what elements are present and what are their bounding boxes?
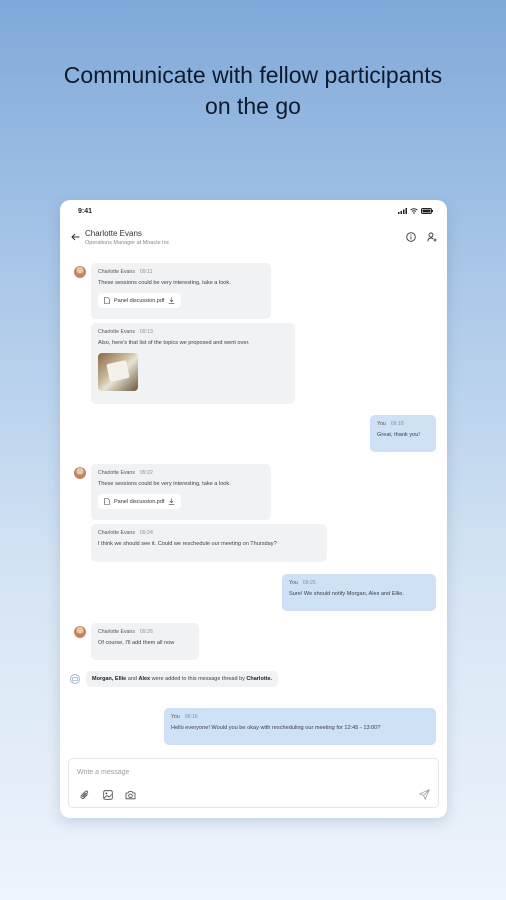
attachment-name: Panel discussion.pdf (114, 498, 165, 505)
message-text: Also, here's that list of the topics we … (98, 340, 250, 346)
message-time: 09:16 (184, 714, 198, 720)
status-icons (398, 208, 433, 214)
headline-line-2: on the go (205, 93, 301, 119)
message-list[interactable]: Charlotte Evans 09:11 These sessions coul… (60, 260, 447, 755)
message-sender: You (289, 580, 298, 586)
system-message: Morgan, Ellie and Alex were added to thi… (70, 671, 279, 687)
image-icon[interactable] (102, 789, 113, 800)
message-bubble[interactable]: You 09:16 Hello everyone! Would you be ok… (164, 708, 436, 745)
composer-tools (79, 789, 136, 800)
message-time: 09:25 (302, 580, 316, 586)
camera-icon[interactable] (125, 789, 136, 800)
message-time: 09:13 (139, 329, 153, 335)
message-sender: Charlotte Evans (98, 530, 135, 536)
message-bubble[interactable]: You 09:25 Sure! We should notify Morgan, … (282, 574, 436, 611)
chat-bubble-icon (70, 674, 80, 684)
message-time: 09:18 (390, 421, 404, 427)
image-attachment[interactable] (98, 353, 138, 392)
file-attachment[interactable]: Panel discussion.pdf (98, 293, 182, 309)
avatar (74, 266, 86, 278)
message-sender: Charlotte Evans (98, 470, 135, 476)
message-bubble[interactable]: Charlotte Evans 09:13 Also, here's that l… (91, 323, 295, 404)
contact-info[interactable]: Charlotte Evans Operations Manager at Mi… (85, 229, 169, 246)
attachment-name: Panel discussion.pdf (114, 297, 165, 304)
avatar (74, 626, 86, 638)
message-text: These sessions could be very interesting… (98, 481, 231, 487)
message-input[interactable] (77, 766, 417, 778)
message-bubble[interactable]: Charlotte Evans 09:11 These sessions coul… (91, 263, 271, 319)
file-attachment[interactable]: Panel discussion.pdf (98, 494, 182, 510)
send-icon[interactable] (419, 789, 430, 800)
message-text: Hello everyone! Would you be okay with r… (171, 725, 381, 731)
status-time: 9:41 (78, 207, 93, 215)
device-screen: 9:41 Charlotte Evans Operations Manager … (60, 200, 447, 818)
paperclip-icon[interactable] (79, 789, 90, 800)
message-text: I think we should see it. Could we resch… (98, 541, 277, 547)
download-icon[interactable] (168, 297, 175, 304)
message-sender: You (377, 421, 386, 427)
download-icon[interactable] (168, 498, 175, 505)
message-text: Great, thank you! (377, 432, 420, 438)
info-icon[interactable] (405, 232, 416, 243)
system-message-text: Morgan, Ellie and Alex were added to thi… (86, 671, 279, 687)
status-bar: 9:41 (60, 200, 447, 222)
message-sender: Charlotte Evans (98, 329, 135, 335)
message-text: Of course, I'll add them all now (98, 640, 175, 646)
add-person-icon[interactable] (426, 232, 437, 243)
message-composer (68, 758, 439, 808)
battery-icon (421, 208, 433, 214)
message-time: 09:26 (139, 629, 153, 635)
wifi-icon (410, 208, 418, 214)
headline-line-1: Communicate with fellow participants (63, 62, 443, 88)
message-sender: Charlotte Evans (98, 629, 135, 635)
avatar (74, 467, 86, 479)
contact-role: Operations Manager at Miracle Inc (85, 239, 170, 246)
message-time: 09:24 (139, 530, 153, 536)
contact-name: Charlotte Evans (85, 228, 142, 238)
back-arrow-icon[interactable] (68, 230, 82, 244)
message-text: These sessions could be very interesting… (98, 280, 231, 286)
message-time: 09:22 (139, 470, 153, 476)
file-icon (104, 498, 110, 506)
header-actions (405, 232, 439, 243)
chat-header: Charlotte Evans Operations Manager at Mi… (60, 222, 447, 252)
message-text: Sure! We should notify Morgan, Alex and … (289, 591, 404, 597)
message-time: 09:11 (139, 269, 153, 275)
message-bubble[interactable]: Charlotte Evans 09:26 Of course, I'll add… (91, 623, 199, 660)
message-bubble[interactable]: Charlotte Evans 09:22 These sessions coul… (91, 464, 271, 520)
signal-icon (398, 208, 407, 214)
headline: Communicate with fellow participants on … (0, 60, 506, 122)
file-icon (104, 297, 110, 305)
message-sender: Charlotte Evans (98, 269, 135, 275)
message-sender: You (171, 714, 180, 720)
message-bubble[interactable]: You 09:18 Great, thank you! (370, 415, 436, 452)
message-bubble[interactable]: Charlotte Evans 09:24 I think we should s… (91, 524, 327, 562)
